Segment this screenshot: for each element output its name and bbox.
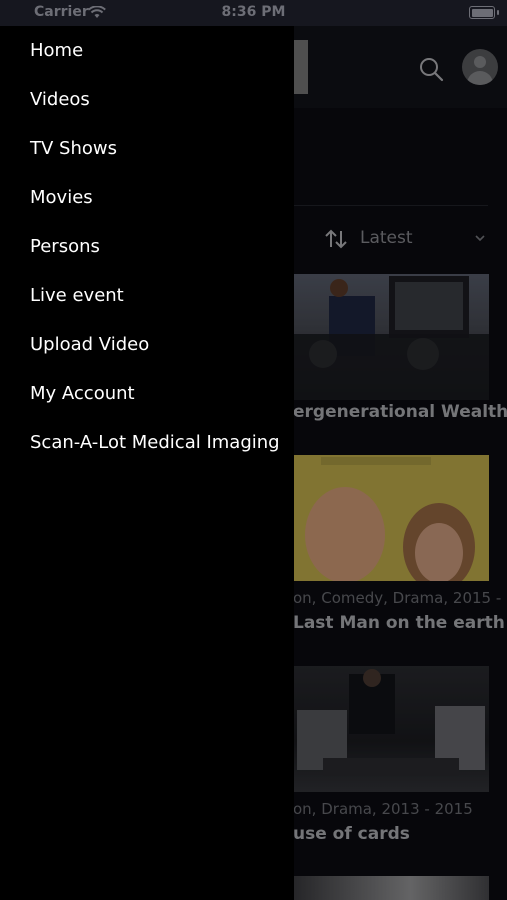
drawer-item-scan-a-lot[interactable]: Scan-A-Lot Medical Imaging — [30, 431, 280, 455]
battery-icon — [469, 6, 495, 19]
drawer-item-upload-video[interactable]: Upload Video — [30, 333, 149, 357]
drawer-item-my-account[interactable]: My Account — [30, 382, 135, 406]
drawer-item-live-event[interactable]: Live event — [30, 284, 124, 308]
battery-cap — [497, 10, 499, 15]
navigation-drawer: Home Videos TV Shows Movies Persons Live… — [0, 26, 294, 900]
drawer-item-home[interactable]: Home — [30, 39, 83, 63]
status-bar: Carrier 8:36 PM — [0, 0, 507, 26]
drawer-item-tv-shows[interactable]: TV Shows — [30, 137, 117, 161]
drawer-item-movies[interactable]: Movies — [30, 186, 93, 210]
status-time: 8:36 PM — [221, 4, 286, 20]
dim-overlay[interactable] — [294, 26, 507, 900]
drawer-item-videos[interactable]: Videos — [30, 88, 90, 112]
drawer-item-persons[interactable]: Persons — [30, 235, 100, 259]
